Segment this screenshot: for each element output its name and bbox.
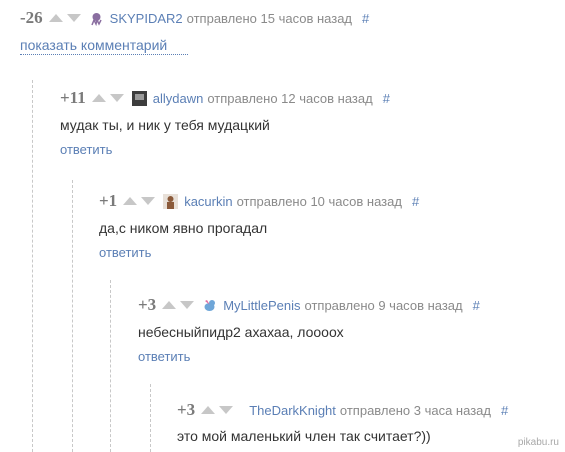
avatar[interactable] (163, 193, 179, 209)
comment-header: +11 allydawn отправлено 12 часов назад # (60, 88, 390, 108)
vote-down-icon[interactable] (141, 197, 156, 205)
comment-header: +1 kacurkin отправлено 10 часов назад # (99, 191, 419, 211)
reply-link[interactable]: ответить (138, 349, 190, 364)
comment-timestamp: отправлено 9 часов назад (304, 297, 463, 313)
comment-header: +3 TheDarkKnight отправлено 3 часа назад… (177, 400, 508, 420)
comment-header: +3 MyLittlePenis отправлено 9 часов наза… (138, 295, 480, 315)
comment-timestamp: отправлено 15 часов назад (186, 10, 353, 26)
comment-timestamp: отправлено 10 часов назад (236, 193, 402, 209)
comment-username[interactable]: TheDarkKnight (249, 403, 336, 418)
comment-permalink[interactable]: # (412, 194, 419, 209)
thread-line-4 (150, 384, 151, 452)
avatar[interactable] (89, 11, 104, 26)
vote-up-icon[interactable] (162, 301, 177, 309)
comment-username[interactable]: MyLittlePenis (223, 298, 300, 313)
vote-up-icon[interactable] (48, 14, 63, 22)
vote-up-icon[interactable] (91, 94, 106, 102)
comment-text: это мой маленький член так считает?)) (177, 428, 431, 444)
show-comment-underline (20, 54, 188, 55)
vote-up-icon[interactable] (123, 197, 138, 205)
comment-permalink[interactable]: # (501, 403, 508, 418)
vote-up-icon[interactable] (201, 406, 216, 414)
comment-username[interactable]: SKYPIDAR2 (110, 11, 183, 26)
comment-rating: +3 (177, 400, 196, 419)
reply-link[interactable]: ответить (60, 142, 112, 157)
thread-line-1 (32, 80, 33, 452)
thread-line-2 (72, 180, 73, 452)
comment-username[interactable]: kacurkin (184, 194, 232, 209)
comment-timestamp: отправлено 12 часов назад (207, 90, 373, 106)
comment-timestamp: отправлено 3 часа назад (339, 402, 491, 418)
vote-down-icon[interactable] (219, 406, 234, 414)
avatar[interactable] (202, 298, 217, 313)
thread-line-3 (110, 280, 111, 452)
vote-down-icon[interactable] (109, 94, 124, 102)
comment-header: -26 SKYPIDAR2 отправлено 15 часов назад … (20, 8, 369, 28)
comment-rating: +1 (99, 191, 118, 210)
reply-link[interactable]: ответить (99, 245, 151, 260)
comment-rating: +3 (138, 295, 157, 314)
comment-permalink[interactable]: # (383, 91, 390, 106)
comment-rating: -26 (20, 8, 43, 27)
comment-rating: +11 (60, 88, 86, 107)
comment-permalink[interactable]: # (362, 11, 369, 26)
comment-username[interactable]: allydawn (153, 91, 204, 106)
vote-down-icon[interactable] (66, 14, 81, 22)
watermark-text: pikabu.ru (517, 437, 559, 448)
comment-text: да,с ником явно прогадал (99, 220, 268, 236)
comment-text: небесныйпидр2 ахахаа, лоооох (138, 324, 344, 340)
comment-permalink[interactable]: # (473, 298, 480, 313)
vote-down-icon[interactable] (180, 301, 195, 309)
avatar[interactable] (131, 90, 147, 106)
show-comment-link[interactable]: показать комментарий (20, 37, 167, 53)
comment-text: мудак ты, и ник у тебя мудацкий (60, 117, 270, 133)
